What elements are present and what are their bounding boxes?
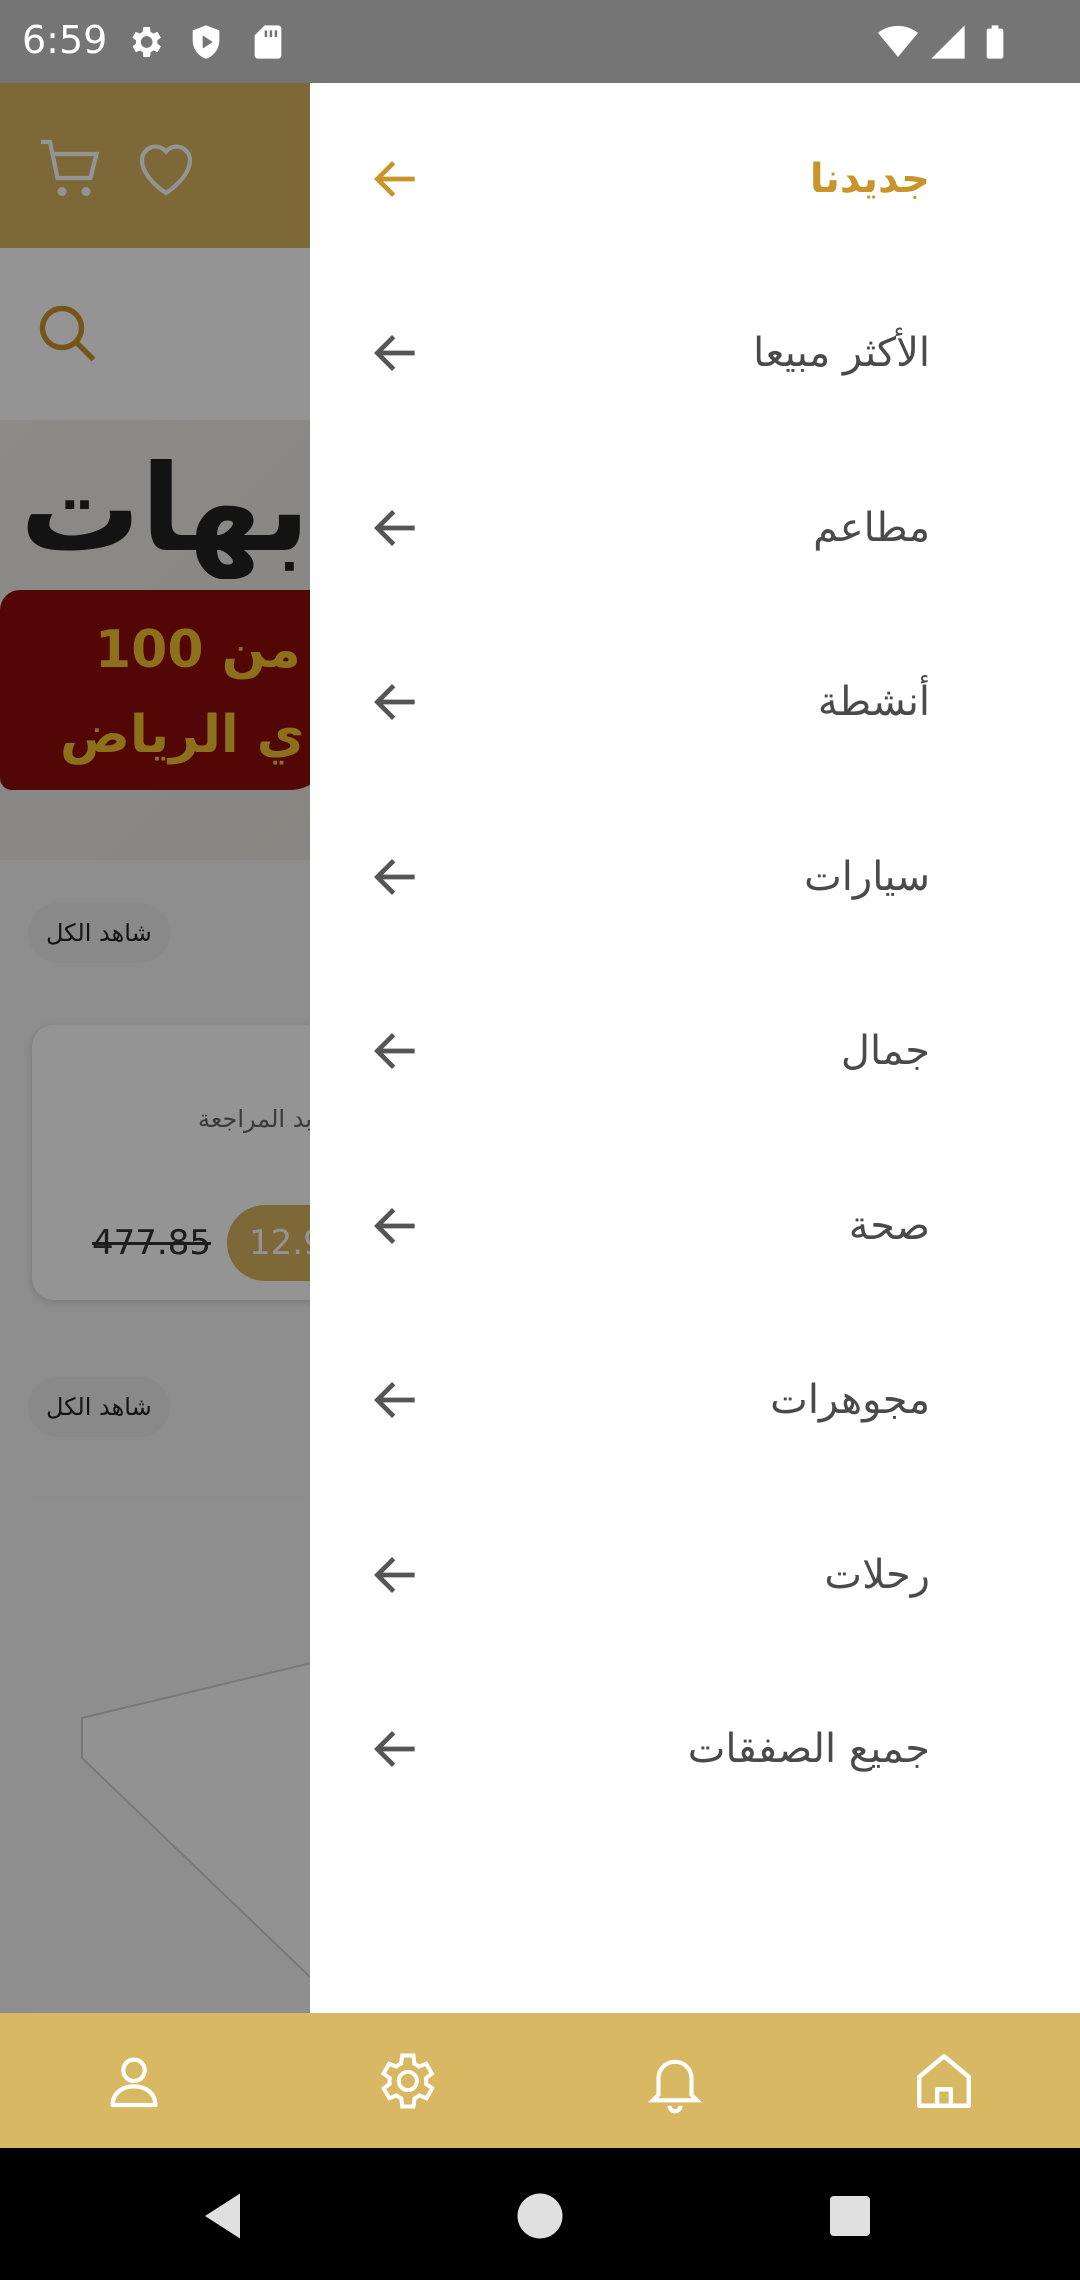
menu-item-label: سيارات: [804, 854, 930, 900]
profile-button[interactable]: [92, 2039, 176, 2123]
arrow-left-icon: [374, 1208, 415, 1244]
menu-item-label: رحلات: [824, 1552, 930, 1598]
settings-icon: [380, 2053, 435, 2109]
sd-card-icon: [254, 25, 282, 59]
gear-icon: [132, 27, 161, 57]
settings-button[interactable]: [363, 2039, 447, 2123]
recents-icon[interactable]: [820, 2186, 880, 2246]
arrow-left-icon: [374, 1033, 415, 1069]
battery-icon: [986, 25, 1004, 59]
home-button[interactable]: [902, 2039, 986, 2123]
arrow-left-icon: [374, 1557, 415, 1593]
bottom-navigation: [0, 2013, 1080, 2148]
menu-item-health[interactable]: صحة: [310, 1139, 1080, 1313]
menu-item-label: جميع الصفقات: [687, 1726, 930, 1772]
arrow-left-icon: [374, 1382, 415, 1418]
arrow-left-icon: [374, 684, 415, 720]
arrow-left-icon: [374, 1731, 415, 1767]
menu-item-label: أنشطة: [817, 679, 930, 725]
profile-icon: [110, 2057, 158, 2108]
menu-item-activities[interactable]: أنشطة: [310, 615, 1080, 789]
status-bar: 6:59: [0, 0, 1080, 83]
menu-item-beauty[interactable]: جمال: [310, 964, 1080, 1138]
menu-item-best-sellers[interactable]: الأكثر مبيعا: [310, 266, 1080, 440]
system-navigation-bar: [0, 2148, 1080, 2280]
arrow-left-icon: [374, 161, 415, 197]
home-icon: [917, 2054, 971, 2108]
menu-item-new[interactable]: جديدنا: [310, 92, 1080, 266]
menu-item-cars[interactable]: سيارات: [310, 790, 1080, 964]
menu-item-restaurants[interactable]: مطاعم: [310, 441, 1080, 615]
home-circle-icon[interactable]: [510, 2186, 570, 2246]
signal-icon: [931, 25, 965, 59]
arrow-left-icon: [374, 335, 415, 371]
wifi-icon: [878, 25, 918, 57]
menu-item-label: مجوهرات: [770, 1377, 930, 1423]
menu-item-trips[interactable]: رحلات: [310, 1488, 1080, 1662]
menu-item-label: الأكثر مبيعا: [753, 330, 930, 376]
menu-item-all-deals[interactable]: جميع الصفقات: [310, 1662, 1080, 1836]
menu-item-label: صحة: [848, 1203, 930, 1249]
navigation-drawer: جديدنا الأكثر مبيعا مطاعم أنشطة سيارات ج…: [310, 83, 1080, 2013]
arrow-left-icon: [374, 859, 415, 895]
shield-play-icon: [192, 25, 220, 59]
status-time: 6:59: [22, 18, 108, 62]
menu-item-label: جديدنا: [809, 156, 930, 202]
arrow-left-icon: [374, 510, 415, 546]
notifications-button[interactable]: [633, 2039, 717, 2123]
menu-item-label: جمال: [840, 1028, 930, 1074]
notifications-icon: [648, 2059, 702, 2114]
menu-item-label: مطاعم: [813, 505, 930, 551]
back-icon[interactable]: [195, 2186, 255, 2246]
menu-item-jewelry[interactable]: مجوهرات: [310, 1313, 1080, 1487]
